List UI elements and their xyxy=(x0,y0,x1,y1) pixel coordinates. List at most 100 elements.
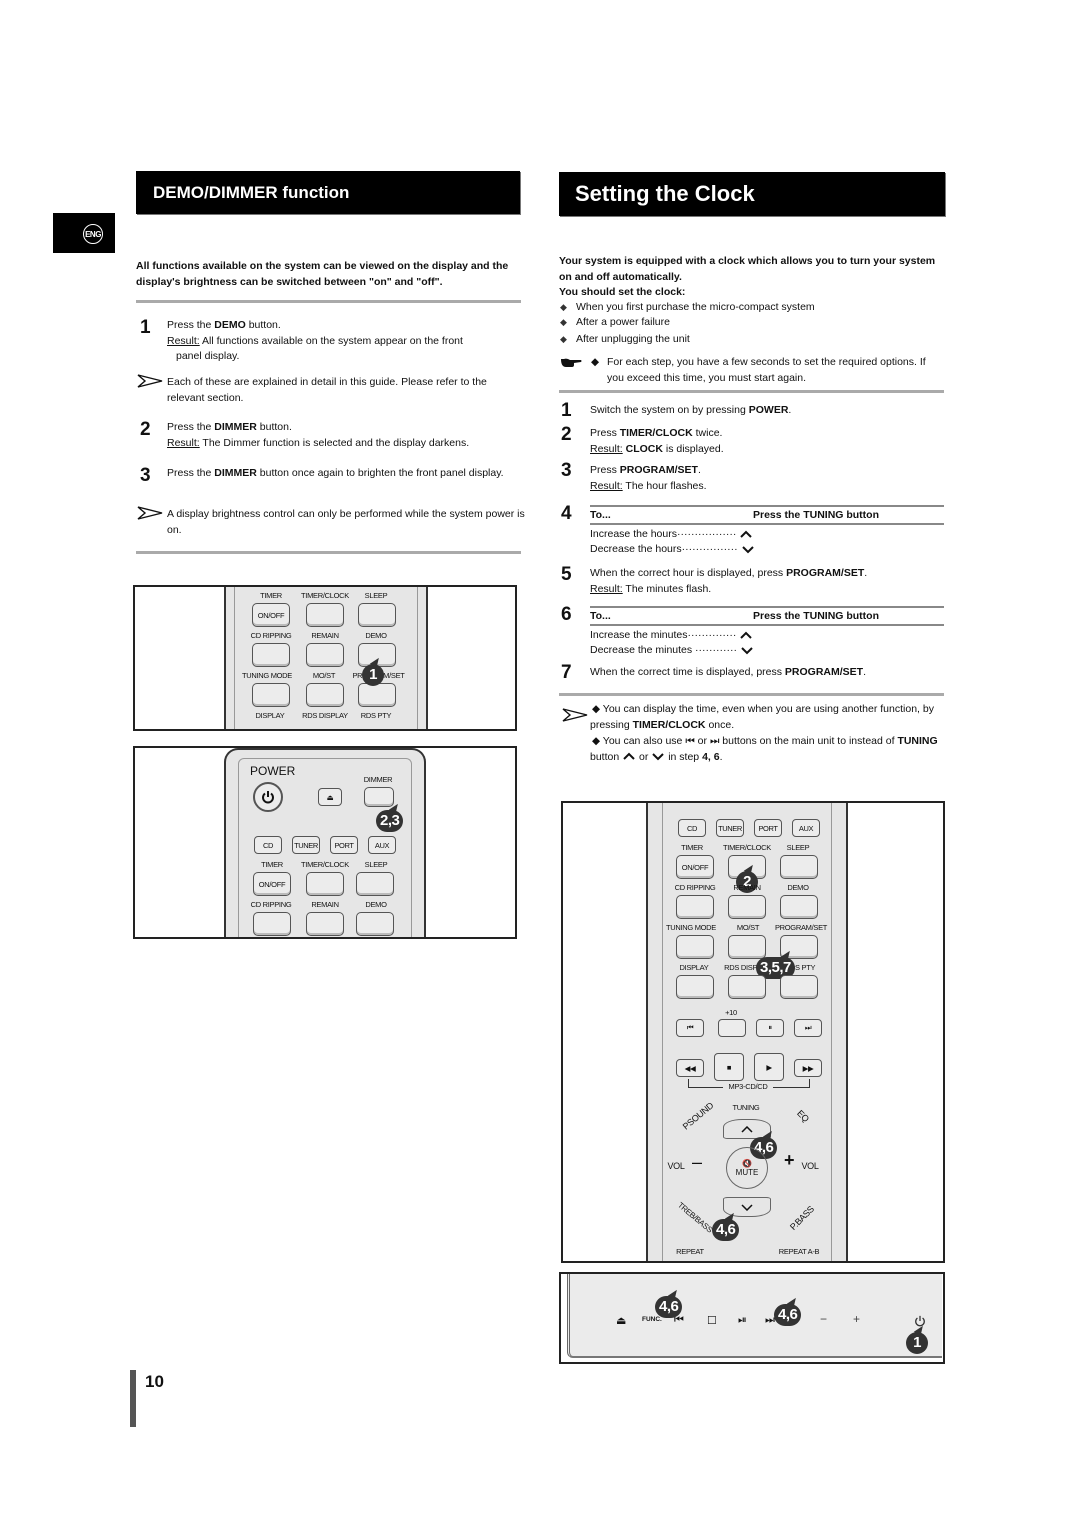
volume-down-button[interactable]: – xyxy=(692,1153,702,1171)
divider xyxy=(136,551,521,554)
timer-clock-button[interactable] xyxy=(306,872,344,896)
label-remain: REMAIN xyxy=(311,900,339,909)
bullet-item: ◆ After unplugging the unit xyxy=(560,333,690,345)
remote-figure-demo: TIMER TIMER/CLOCK SLEEP ON/OFF CD RIPPIN… xyxy=(133,585,517,731)
fast-forward-button[interactable]: ▶▶ xyxy=(794,1059,822,1077)
label-tuning-mode: TUNING MODE xyxy=(241,671,293,680)
label-remain: REMAIN xyxy=(733,883,761,892)
label-display: DISPLAY xyxy=(255,711,285,720)
aux-button[interactable]: AUX xyxy=(792,819,820,837)
volume-down-icon[interactable]: − xyxy=(820,1312,827,1326)
step-number: 2 xyxy=(561,424,572,445)
main-unit-figure: ⏏ FUNC. ⏮ ☐ ⏯ ⏭ − + 4,6 4,6 1 xyxy=(559,1272,945,1364)
step-number: 1 xyxy=(140,317,151,338)
chevron-up-icon xyxy=(623,752,635,760)
label-program-set: PROGRAM/SET xyxy=(774,923,828,932)
label-sleep: SLEEP xyxy=(364,860,388,869)
tuner-button[interactable]: TUNER xyxy=(716,819,744,837)
play-pause-icon[interactable]: ⏯ xyxy=(738,1314,747,1327)
mute-icon: 🔇 xyxy=(742,1159,752,1168)
note-arrow-icon xyxy=(137,374,163,388)
cd-ripping-button[interactable] xyxy=(676,895,714,919)
program-set-button[interactable] xyxy=(358,683,396,707)
step-2-text: Press the DIMMER button. Result: The Dim… xyxy=(167,421,470,449)
bullet-item: ◆ When you first purchase the micro-compa… xyxy=(560,301,815,313)
tuning-mode-button[interactable] xyxy=(676,935,714,959)
label-rds-pty: RDS PTY xyxy=(360,711,392,720)
cd-ripping-button[interactable] xyxy=(252,643,290,667)
remote-figure-clock: CD TUNER PORT AUX TIMER TIMER/CLOCK SLEE… xyxy=(561,801,945,1263)
label-timer-clock: TIMER/CLOCK xyxy=(723,843,771,852)
port-button[interactable]: PORT xyxy=(330,836,358,854)
label-timer: TIMER xyxy=(261,860,283,869)
on-off-button[interactable]: ON/OFF xyxy=(253,872,291,896)
mute-button[interactable]: 🔇 MUTE xyxy=(726,1147,768,1189)
stop-icon[interactable]: ☐ xyxy=(707,1314,717,1327)
volume-up-icon[interactable]: + xyxy=(853,1312,860,1326)
label-mp3-cd: MP3-CD/CD xyxy=(723,1082,773,1091)
eject-button[interactable]: ⏏ xyxy=(318,788,342,806)
mo-st-button[interactable] xyxy=(728,935,766,959)
chevron-down-icon xyxy=(741,647,753,655)
label-cd-ripping: CD RIPPING xyxy=(250,900,292,909)
skip-forward-icon: ⏭ xyxy=(709,735,720,747)
clock-intro: Your system is equipped with a clock whi… xyxy=(559,255,936,283)
display-button[interactable] xyxy=(676,975,714,999)
note-arrow-icon xyxy=(137,506,163,520)
next-track-button[interactable]: ⏭ xyxy=(794,1019,822,1037)
step-number: 7 xyxy=(561,662,572,683)
note-text: A display brightness control can only be… xyxy=(167,508,525,536)
pause-button[interactable]: ⏸ xyxy=(756,1019,784,1037)
remain-button[interactable] xyxy=(728,895,766,919)
tuner-button[interactable]: TUNER xyxy=(292,836,320,854)
label-tuning: TUNING xyxy=(732,1103,760,1112)
prev-track-button[interactable]: ⏮ xyxy=(676,1019,704,1037)
step-callout: 1 xyxy=(906,1332,928,1354)
aux-button[interactable]: AUX xyxy=(368,836,396,854)
divider xyxy=(559,693,944,696)
divider xyxy=(136,300,521,303)
demo-button[interactable] xyxy=(356,912,394,936)
rewind-button[interactable]: ◀◀ xyxy=(676,1059,704,1077)
label-cd-ripping: CD RIPPING xyxy=(674,883,716,892)
chevron-up-icon xyxy=(740,530,753,538)
cd-button[interactable]: CD xyxy=(678,819,706,837)
rds-pty-button[interactable] xyxy=(780,975,818,999)
chevron-down-icon xyxy=(741,546,754,554)
clock-step-5-text: When the correct hour is displayed, pres… xyxy=(590,567,868,595)
label-demo: DEMO xyxy=(365,900,387,909)
power-icon xyxy=(262,791,274,804)
on-off-button[interactable]: ON/OFF xyxy=(676,855,714,879)
demo-button[interactable] xyxy=(780,895,818,919)
chevron-down-icon xyxy=(741,1203,753,1211)
function-button[interactable]: FUNC. xyxy=(642,1316,662,1323)
timer-clock-button[interactable] xyxy=(306,603,344,627)
table-row: Decrease the hours················ xyxy=(590,542,755,557)
power-button[interactable] xyxy=(253,782,283,812)
cd-button[interactable]: CD xyxy=(254,836,282,854)
clock-note-2: ◆ You can also use ⏮ or ⏭ buttons on the… xyxy=(590,735,938,763)
eject-icon[interactable]: ⏏ xyxy=(616,1314,626,1327)
label-demo: DEMO xyxy=(365,631,387,640)
label-mo-st: MO/ST xyxy=(736,923,760,932)
tuning-table-header: To... Press the TUNING button xyxy=(590,606,944,626)
clock-note-1: ◆ You can display the time, even when yo… xyxy=(590,703,934,731)
sleep-button[interactable] xyxy=(356,872,394,896)
remain-button[interactable] xyxy=(306,643,344,667)
play-button[interactable]: ▶ xyxy=(754,1053,784,1081)
rds-display-button[interactable] xyxy=(728,975,766,999)
table-row: Decrease the minutes ············ xyxy=(590,643,754,658)
on-off-button[interactable]: ON/OFF xyxy=(252,603,290,627)
port-button[interactable]: PORT xyxy=(754,819,782,837)
cd-ripping-button[interactable] xyxy=(253,912,291,936)
sleep-button[interactable] xyxy=(358,603,396,627)
remain-button[interactable] xyxy=(306,912,344,936)
label-repeat: REPEAT xyxy=(676,1247,704,1256)
plus10-button[interactable] xyxy=(718,1019,746,1037)
sleep-button[interactable] xyxy=(780,855,818,879)
tuning-mode-button[interactable] xyxy=(252,683,290,707)
mo-st-button[interactable] xyxy=(306,683,344,707)
dimmer-button[interactable] xyxy=(364,787,394,807)
stop-button[interactable]: ■ xyxy=(714,1053,744,1081)
volume-up-button[interactable]: + xyxy=(784,1151,795,1169)
